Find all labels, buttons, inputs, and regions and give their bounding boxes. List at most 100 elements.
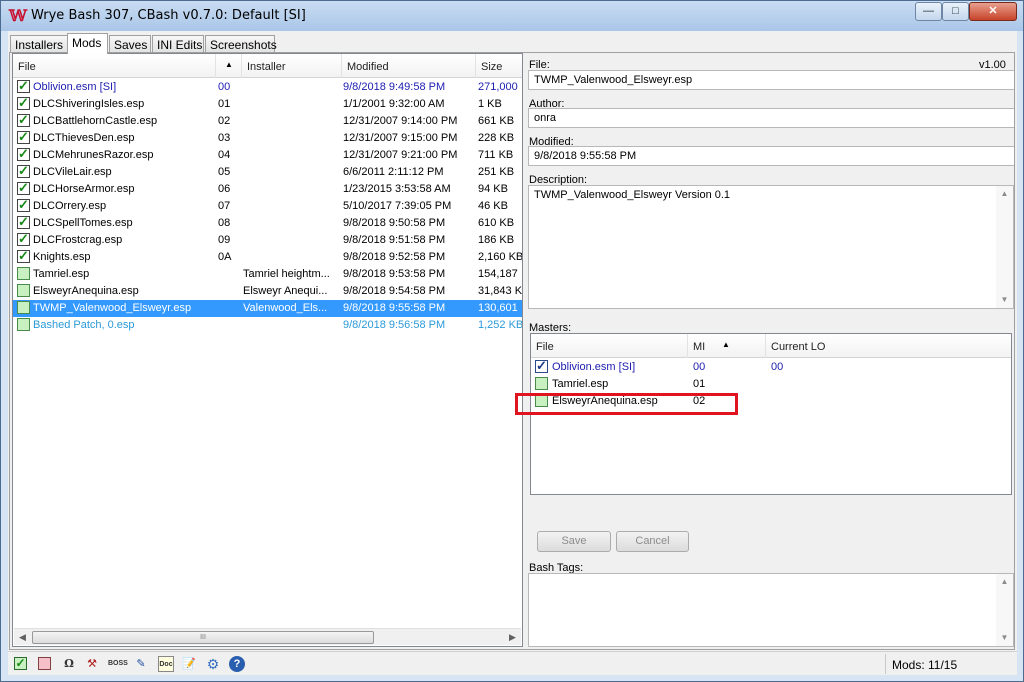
mod-checkbox[interactable]	[17, 112, 30, 128]
masters-column-mi[interactable]: MI ▲	[688, 334, 766, 358]
window-title: Wrye Bash 307, CBash v0.7.0: Default [SI…	[31, 8, 306, 23]
scroll-down-arrow-icon[interactable]: ▼	[996, 292, 1013, 308]
mod-file-name: DLCMehrunesRazor.esp	[33, 149, 154, 161]
mod-size: 711 KB	[478, 149, 514, 161]
help-icon[interactable]: ?	[229, 656, 245, 672]
horizontal-scrollbar[interactable]: ◀ III ▶	[14, 628, 521, 645]
mod-row[interactable]: ElsweyrAnequina.esp Elsweyr Anequi... 9/8/…	[13, 283, 522, 300]
bash-tags-field[interactable]: ▲ ▼	[528, 573, 1014, 647]
mod-checkbox[interactable]	[17, 231, 30, 247]
tab-ini-edits[interactable]: INI Edits	[152, 35, 204, 53]
mod-modified: 9/8/2018 9:53:58 PM	[343, 268, 446, 280]
tab-mods[interactable]: Mods	[67, 33, 108, 54]
mod-row[interactable]: DLCSpellTomes.esp 08 9/8/2018 9:50:58 PM 61…	[13, 214, 522, 232]
paint-icon[interactable]: ✎	[133, 656, 149, 672]
scrollbar-thumb[interactable]: III	[32, 631, 374, 644]
mod-checkbox[interactable]	[17, 129, 30, 145]
notepad-icon[interactable]: 📝	[181, 656, 197, 672]
mod-row[interactable]: DLCBattlehornCastle.esp 02 12/31/2007 9:14…	[13, 112, 522, 130]
column-file[interactable]: File ▲	[13, 54, 233, 78]
mod-row[interactable]: TWMP_Valenwood_Elsweyr.esp Valenwood_Els.…	[13, 300, 522, 317]
tab-saves[interactable]: Saves	[109, 35, 151, 53]
description-scrollbar[interactable]: ▲ ▼	[996, 186, 1013, 308]
mod-size: 2,160 KB	[478, 251, 522, 263]
close-button[interactable]: ✕	[969, 2, 1017, 21]
save-button[interactable]: Save	[537, 531, 611, 552]
pink-square-icon[interactable]	[37, 656, 53, 672]
modified-field[interactable]: 9/8/2018 9:55:58 PM	[528, 146, 1014, 166]
mod-checkbox[interactable]	[17, 284, 30, 297]
tab-installers[interactable]: Installers	[10, 35, 68, 53]
mod-modified: 1/1/2001 9:32:00 AM	[343, 98, 445, 110]
checkbox-icon[interactable]: ✓	[13, 656, 29, 672]
mod-row[interactable]: DLCOrrery.esp 07 5/10/2017 7:39:05 PM 46 KB	[13, 197, 522, 215]
master-checkbox[interactable]	[535, 377, 548, 390]
mod-checkbox[interactable]	[17, 214, 30, 230]
doc-icon[interactable]: Doc	[158, 656, 174, 672]
mod-modified: 9/8/2018 9:49:58 PM	[343, 81, 446, 93]
author-field[interactable]: onra	[528, 108, 1014, 128]
mod-row[interactable]: DLCVileLair.esp 05 6/6/2011 2:11:12 PM 251 …	[13, 163, 522, 181]
mod-checkbox[interactable]	[17, 197, 30, 213]
column-modified[interactable]: Modified	[342, 54, 476, 78]
gear-icon[interactable]: ⚙	[205, 656, 221, 672]
mod-load-order: 00	[218, 81, 231, 93]
client-area: Installers Mods Saves INI Edits Screensh…	[8, 31, 1017, 675]
oblivion-icon[interactable]: Ω	[61, 656, 77, 672]
mod-file-name: DLCThievesDen.esp	[33, 132, 135, 144]
master-row[interactable]: Tamriel.esp 01	[531, 376, 1011, 393]
mod-row[interactable]: DLCThievesDen.esp 03 12/31/2007 9:15:00 PM…	[13, 129, 522, 147]
mod-modified: 9/8/2018 9:54:58 PM	[343, 285, 446, 297]
boss-icon[interactable]: BOSS	[108, 656, 128, 672]
scroll-up-arrow-icon[interactable]: ▲	[996, 574, 1013, 590]
mod-checkbox[interactable]	[17, 267, 30, 280]
mod-checkbox[interactable]	[17, 248, 30, 264]
mod-row[interactable]: Tamriel.esp Tamriel heightm... 9/8/2018 9:…	[13, 266, 522, 283]
mod-row[interactable]: Knights.esp 0A 9/8/2018 9:52:58 PM 2,160 KB	[13, 248, 522, 266]
mod-row[interactable]: DLCMehrunesRazor.esp 04 12/31/2007 9:21:00…	[13, 146, 522, 164]
mod-checkbox[interactable]	[17, 95, 30, 111]
master-row[interactable]: Oblivion.esm [SI] 00 00	[531, 358, 1011, 376]
mod-checkbox[interactable]	[17, 163, 30, 179]
scroll-left-arrow-icon[interactable]: ◀	[14, 629, 31, 646]
mod-file-name: DLCOrrery.esp	[33, 200, 107, 212]
mod-checkbox[interactable]	[17, 146, 30, 162]
mod-checkbox[interactable]	[17, 318, 30, 331]
mod-modified: 12/31/2007 9:21:00 PM	[343, 149, 458, 161]
file-name-field[interactable]: TWMP_Valenwood_Elsweyr.esp	[528, 70, 1014, 90]
column-installer[interactable]: Installer	[242, 54, 342, 78]
description-field[interactable]: TWMP_Valenwood_Elsweyr Version 0.1 ▲ ▼	[528, 185, 1014, 309]
mod-row[interactable]: Bashed Patch, 0.esp 9/8/2018 9:56:58 PM 1,…	[13, 317, 522, 334]
scroll-right-arrow-icon[interactable]: ▶	[504, 629, 521, 646]
masters-column-file[interactable]: File	[531, 334, 688, 358]
mod-row[interactable]: DLCFrostcrag.esp 09 9/8/2018 9:51:58 PM 186…	[13, 231, 522, 249]
scroll-up-arrow-icon[interactable]: ▲	[996, 186, 1013, 202]
maximize-button[interactable]: □	[942, 2, 969, 21]
title-bar[interactable]: 𝕎 Wrye Bash 307, CBash v0.7.0: Default […	[1, 1, 1023, 31]
bash-tags-scrollbar[interactable]: ▲ ▼	[996, 574, 1013, 646]
mod-load-order: 09	[218, 234, 231, 246]
status-bar: ✓ Ω ⚒ BOSS ✎ Doc 📝 ⚙ ? Mods: 11/15	[8, 651, 1017, 675]
mod-list[interactable]: File ▲ Installer Modified Size Oblivion.…	[12, 53, 523, 647]
masters-header: File MI ▲ Current LO	[531, 334, 1011, 358]
mod-checkbox[interactable]	[17, 301, 30, 314]
masters-column-current-lo[interactable]: Current LO	[766, 334, 1011, 358]
tab-screenshots[interactable]: Screenshots	[205, 35, 277, 53]
minimize-button[interactable]: —	[915, 2, 942, 21]
mod-load-order: 06	[218, 183, 231, 195]
mod-file-name: DLCHorseArmor.esp	[33, 183, 135, 195]
column-order[interactable]	[216, 54, 242, 78]
mod-size: 46 KB	[478, 200, 508, 212]
master-current-lo: 00	[771, 361, 784, 373]
mod-row[interactable]: DLCHorseArmor.esp 06 1/23/2015 3:53:58 AM 9…	[13, 180, 522, 198]
mod-checkbox[interactable]	[17, 180, 30, 196]
wrench-icon[interactable]: ⚒	[84, 656, 100, 672]
master-checkbox[interactable]	[535, 358, 548, 374]
cancel-button[interactable]: Cancel	[616, 531, 689, 552]
scroll-down-arrow-icon[interactable]: ▼	[996, 630, 1013, 646]
mod-row[interactable]: Oblivion.esm [SI] 00 9/8/2018 9:49:58 PM 27…	[13, 78, 522, 96]
mod-checkbox[interactable]	[17, 78, 30, 94]
column-size[interactable]: Size	[476, 54, 522, 78]
mod-modified: 9/8/2018 9:51:58 PM	[343, 234, 446, 246]
mod-row[interactable]: DLCShiveringIsles.esp 01 1/1/2001 9:32:00 …	[13, 95, 522, 113]
